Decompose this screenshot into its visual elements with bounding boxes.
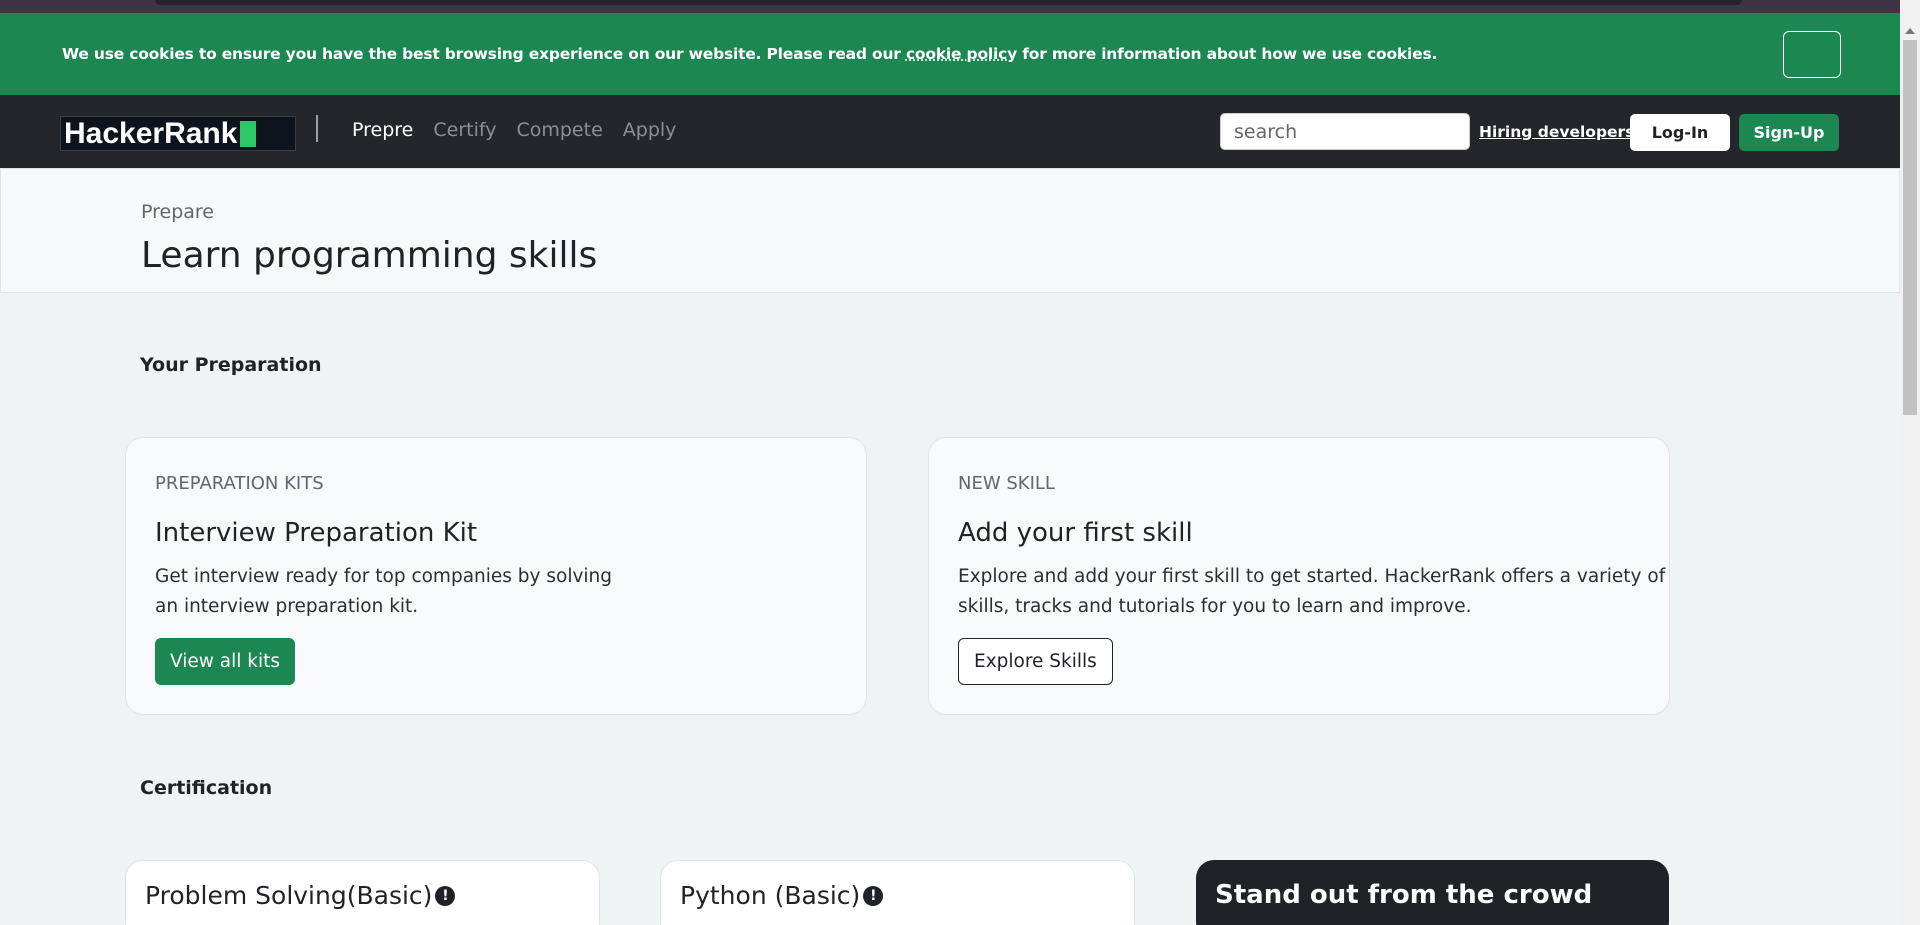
- info-icon[interactable]: !: [863, 885, 884, 906]
- section-heading-certification: Certification: [140, 777, 273, 799]
- cert-card-python[interactable]: Python (Basic)!: [660, 860, 1135, 925]
- section-heading-preparation: Your Preparation: [140, 354, 322, 376]
- nav-link-compete[interactable]: Compete: [516, 119, 602, 141]
- browser-top-strip: [0, 0, 1900, 13]
- nav-link-apply[interactable]: Apply: [623, 119, 677, 141]
- search-input[interactable]: [1220, 113, 1470, 150]
- new-skill-card: NEW SKILL Add your first skill Explore a…: [928, 437, 1670, 715]
- nav-divider: [316, 115, 318, 142]
- card-description: Explore and add your first skill to get …: [958, 566, 1666, 617]
- cookie-message: We use cookies to ensure you have the be…: [62, 45, 1438, 63]
- card-title: Add your first skill: [958, 518, 1193, 548]
- nav-link-certify[interactable]: Certify: [433, 119, 496, 141]
- login-button[interactable]: Log-In: [1630, 114, 1730, 151]
- cert-card-problem-solving[interactable]: Problem Solving(Basic)!: [125, 860, 600, 925]
- cert-title: Python (Basic): [680, 881, 861, 910]
- browser-bar: [155, 0, 1742, 5]
- prep-kit-card: PREPARATION KITS Interview Preparation K…: [125, 437, 867, 715]
- scroll-up-icon[interactable]: [1905, 28, 1915, 34]
- explore-skills-button[interactable]: Explore Skills: [958, 638, 1113, 685]
- hackerrank-logo[interactable]: HackerRank: [60, 116, 296, 151]
- promo-card: Stand out from the crowd: [1196, 860, 1669, 925]
- page-title: Learn programming skills: [141, 235, 598, 276]
- hiring-developers-link[interactable]: Hiring developers?: [1479, 123, 1643, 141]
- promo-title: Stand out from the crowd: [1215, 880, 1593, 910]
- page-header: Prepare Learn programming skills: [0, 168, 1900, 293]
- top-navbar: HackerRank Prepre Certify Compete Apply …: [0, 95, 1900, 168]
- cookie-close-button[interactable]: [1783, 31, 1841, 78]
- cookie-banner: We use cookies to ensure you have the be…: [0, 13, 1900, 95]
- signup-button[interactable]: Sign-Up: [1739, 114, 1839, 151]
- card-overline: PREPARATION KITS: [155, 473, 324, 494]
- nav-links: Prepre Certify Compete Apply: [352, 119, 676, 141]
- cert-title: Problem Solving(Basic): [145, 881, 433, 910]
- card-title: Interview Preparation Kit: [155, 518, 478, 548]
- scrollbar-thumb[interactable]: [1903, 40, 1917, 415]
- nav-link-prepare[interactable]: Prepre: [352, 119, 413, 141]
- info-icon[interactable]: !: [435, 885, 456, 906]
- page-scrollbar[interactable]: [1900, 0, 1920, 925]
- card-description: Get interview ready for top companies by…: [155, 566, 613, 617]
- view-all-kits-button[interactable]: View all kits: [155, 638, 296, 685]
- cookie-policy-link[interactable]: cookie policy: [906, 45, 1017, 63]
- breadcrumb[interactable]: Prepare: [141, 201, 214, 223]
- logo-block-icon: [240, 120, 257, 147]
- card-overline: NEW SKILL: [958, 473, 1055, 494]
